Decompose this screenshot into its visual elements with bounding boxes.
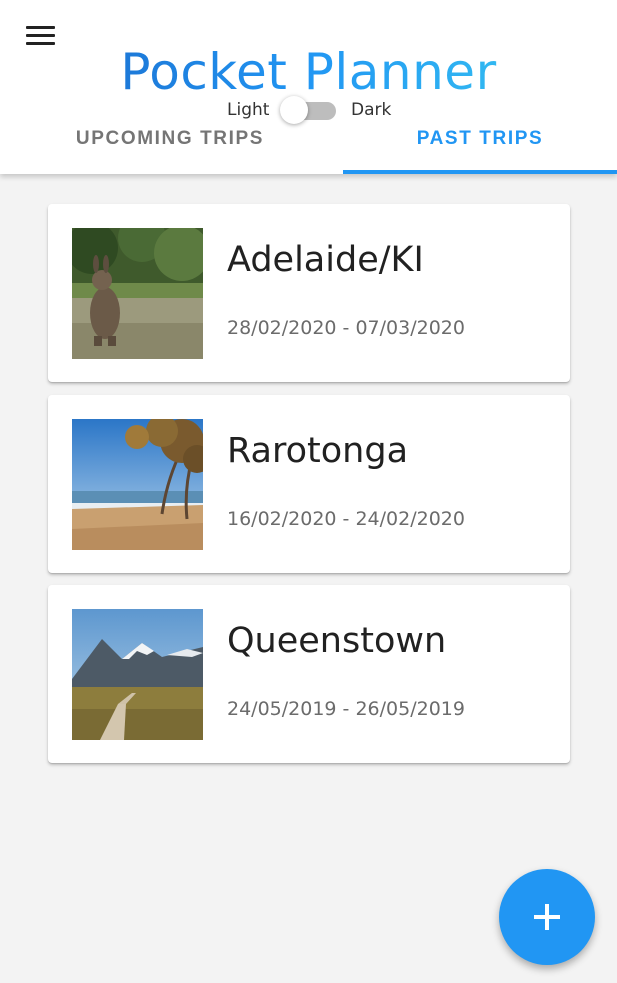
- mountain-boardwalk-photo: [72, 609, 203, 740]
- theme-dark-label: Dark: [351, 100, 392, 120]
- kangaroo-image: [72, 228, 203, 359]
- trip-card-rarotonga[interactable]: Rarotonga 16/02/2020 - 24/02/2020: [48, 395, 570, 573]
- trip-dates: 16/02/2020 - 24/02/2020: [227, 508, 465, 530]
- trip-dates: 28/02/2020 - 07/03/2020: [227, 317, 465, 339]
- beach-image: [72, 419, 203, 550]
- app-root: Pocket Planner Light Dark UPCOMING TRIPS…: [0, 0, 617, 983]
- trip-tabs: UPCOMING TRIPS PAST TRIPS: [0, 120, 617, 174]
- add-trip-button[interactable]: [499, 869, 595, 965]
- app-title: Pocket Planner: [0, 42, 617, 102]
- beach-palm-photo: [72, 419, 203, 550]
- tab-past-trips[interactable]: PAST TRIPS: [330, 120, 617, 174]
- theme-switch[interactable]: [280, 96, 338, 124]
- trip-card-queenstown[interactable]: Queenstown 24/05/2019 - 26/05/2019: [48, 585, 570, 763]
- trip-name: Rarotonga: [227, 431, 409, 471]
- trip-name: Adelaide/KI: [227, 240, 424, 280]
- active-tab-indicator: [343, 170, 617, 174]
- theme-light-label: Light: [227, 100, 270, 120]
- kangaroo-photo: [72, 228, 203, 359]
- app-header: Pocket Planner Light Dark UPCOMING TRIPS…: [0, 0, 617, 174]
- trip-card-adelaide[interactable]: Adelaide/KI 28/02/2020 - 07/03/2020: [48, 204, 570, 382]
- trip-name: Queenstown: [227, 621, 447, 661]
- trip-dates: 24/05/2019 - 26/05/2019: [227, 698, 465, 720]
- mountain-image: [72, 609, 203, 740]
- tab-upcoming-trips[interactable]: UPCOMING TRIPS: [20, 120, 320, 174]
